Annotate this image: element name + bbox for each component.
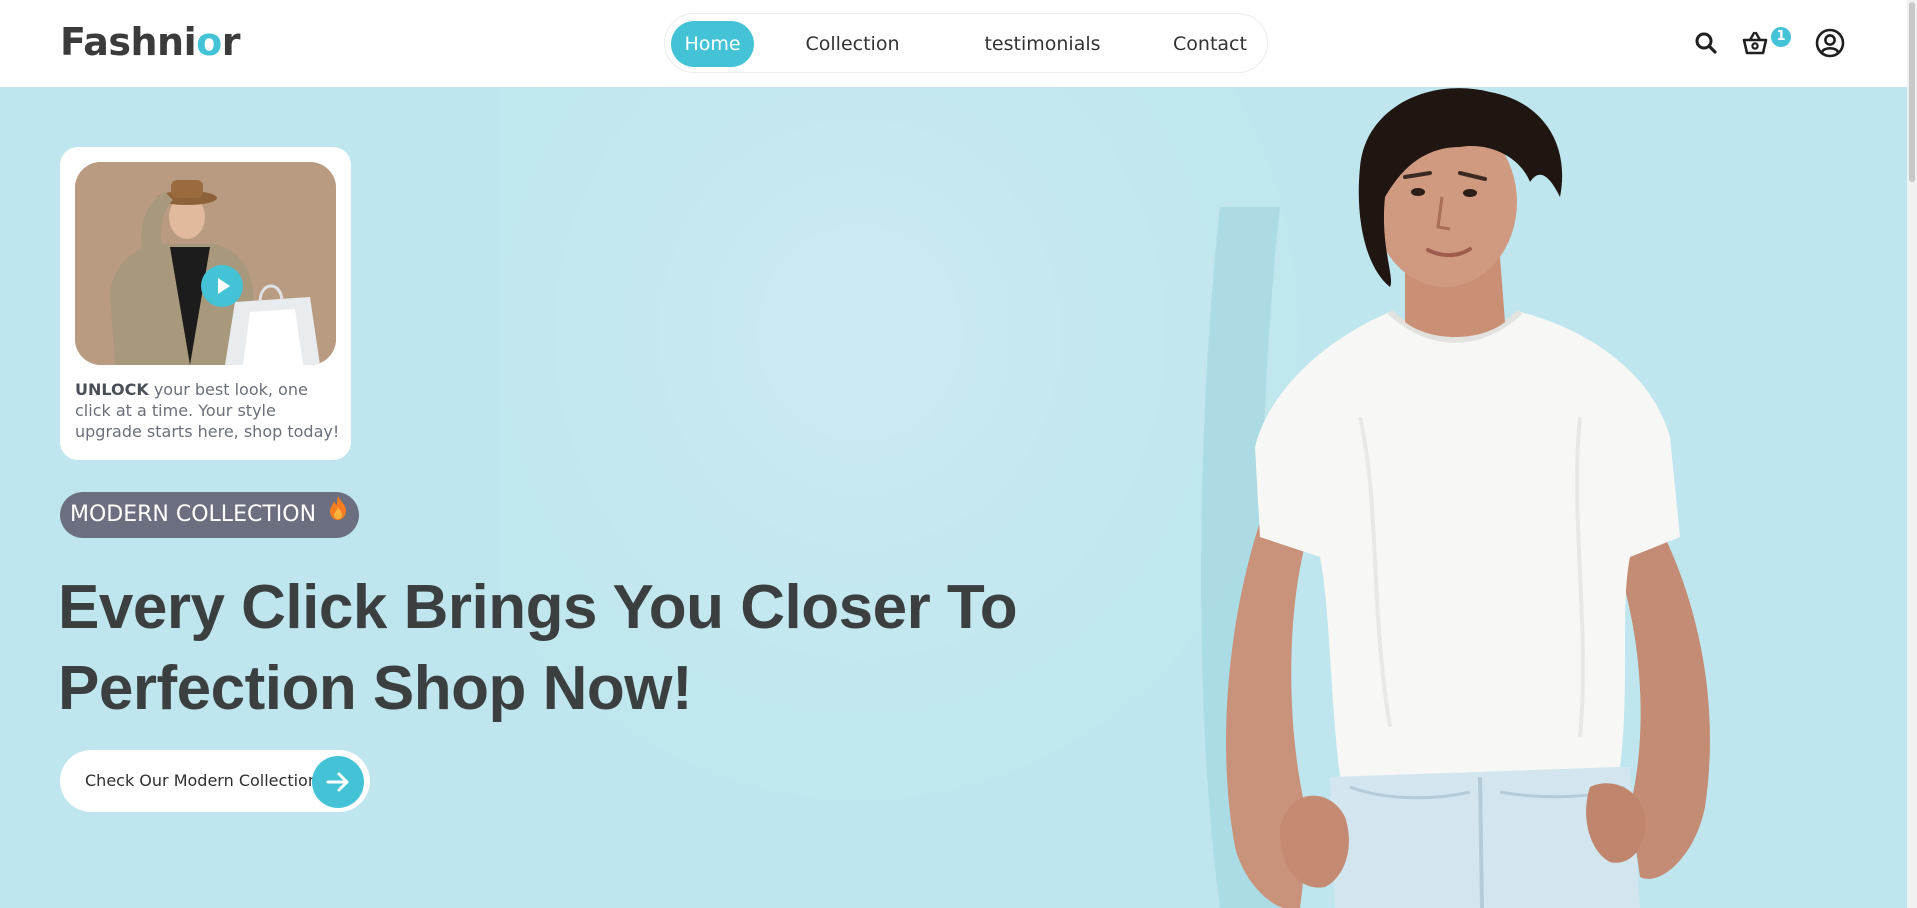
arrow-right-icon [312,756,364,808]
video-card-text: UNLOCK your best look, one click at a ti… [75,379,341,442]
brand-logo[interactable]: Fashnior [60,20,240,64]
nav-item-home[interactable]: Home [671,21,754,67]
site-header: Fashnior Home Collection testimonials Co… [0,0,1907,87]
check-collection-button[interactable]: Check Our Modern Collection [60,750,370,812]
check-collection-button-label: Check Our Modern Collection [85,771,318,790]
collection-badge-label: MODERN COLLECTION [70,502,317,527]
cart-count-badge: 1 [1771,27,1791,47]
collection-badge: MODERN COLLECTION [60,492,360,538]
video-thumbnail-image [75,162,336,365]
basket-icon[interactable] [1741,29,1769,57]
hero-headline: Every Click Brings You Closer To Perfect… [58,567,1058,729]
video-card-text-strong: UNLOCK [75,380,149,399]
hero-headline-line-2: Perfection Shop Now! [58,654,693,723]
page-scrollbar-thumb[interactable] [1909,2,1915,182]
search-icon[interactable] [1694,31,1718,55]
main-nav: Home Collection testimonials Contact [664,13,1268,73]
fire-icon [327,492,349,538]
video-thumbnail[interactable] [75,162,336,365]
hero-model-image [1201,88,1710,908]
nav-item-testimonials[interactable]: testimonials [970,21,1115,67]
nav-item-collection[interactable]: Collection [795,21,910,67]
hero-headline-line-1: Every Click Brings You Closer To [58,573,1018,642]
nav-item-contact[interactable]: Contact [1165,21,1255,67]
user-circle-icon[interactable] [1815,28,1845,58]
brand-name-main: Fashni [60,20,197,64]
brand-name-tail: r [221,20,241,64]
video-card: UNLOCK your best look, one click at a ti… [60,147,351,460]
brand-name-accent: o [196,20,222,64]
play-icon[interactable] [201,265,243,307]
hero-section: UNLOCK your best look, one click at a ti… [0,87,1907,908]
